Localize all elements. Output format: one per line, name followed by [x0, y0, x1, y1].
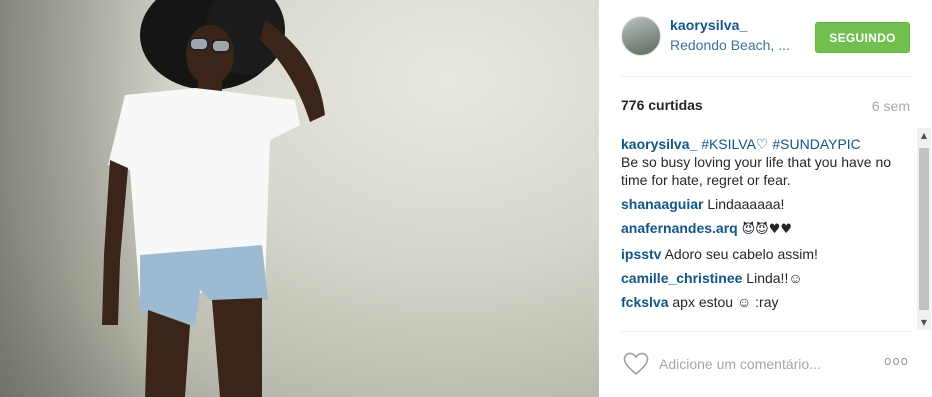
- heart-outline-icon[interactable]: [623, 352, 649, 376]
- post-photo-illustration: [0, 0, 325, 397]
- scroll-up-arrow-icon[interactable]: ▲: [917, 128, 931, 143]
- header-divider: [621, 76, 910, 77]
- comments-list: kaorysilva_ #KSILVA♡ #SUNDAYPIC Be so bu…: [621, 135, 911, 317]
- likes-count[interactable]: 776 curtidas: [621, 97, 703, 113]
- author-username[interactable]: kaorysilva_: [670, 17, 747, 33]
- comment-text: apx estou ☺ :ray: [672, 294, 779, 310]
- scrollbar-thumb[interactable]: [919, 148, 929, 310]
- caption-username[interactable]: kaorysilva_: [621, 136, 697, 152]
- avatar[interactable]: [621, 16, 661, 56]
- post-sidebar: kaorysilva_ Redondo Beach, ... SEGUINDO …: [599, 0, 932, 397]
- post-time[interactable]: 6 sem: [872, 98, 910, 114]
- following-button[interactable]: SEGUINDO: [815, 22, 910, 53]
- caption: kaorysilva_ #KSILVA♡ #SUNDAYPIC Be so bu…: [621, 135, 911, 189]
- post-header: kaorysilva_ Redondo Beach, ... SEGUINDO: [599, 0, 932, 78]
- scroll-down-arrow-icon[interactable]: ▼: [917, 315, 931, 330]
- comments-scrollbar[interactable]: ▲ ▼: [917, 128, 931, 330]
- list-item: shanaaguiar Lindaaaaaa!: [621, 195, 911, 213]
- comment-username[interactable]: fckslva: [621, 294, 668, 310]
- comment-text: Linda!!☺: [746, 270, 803, 286]
- comment-username[interactable]: shanaaguiar: [621, 196, 703, 212]
- comment-username[interactable]: ipsstv: [621, 246, 661, 262]
- comment-username[interactable]: anafernandes.arq: [621, 220, 738, 236]
- caption-hashtags[interactable]: #KSILVA♡ #SUNDAYPIC: [701, 136, 861, 152]
- list-item: ipsstv Adoro seu cabelo assim!: [621, 245, 911, 263]
- list-item: fckslva apx estou ☺ :ray: [621, 293, 911, 311]
- more-options-icon[interactable]: ooo: [884, 354, 909, 368]
- list-item: anafernandes.arq 😈😈♥♥: [621, 219, 911, 239]
- post-location[interactable]: Redondo Beach, ...: [670, 37, 790, 53]
- comment-text: Lindaaaaaa!: [707, 196, 785, 212]
- comment-input[interactable]: [659, 352, 859, 376]
- comment-username[interactable]: camille_christinee: [621, 270, 742, 286]
- comment-text: Adoro seu cabelo assim!: [664, 246, 818, 262]
- post-footer: ooo: [599, 332, 932, 397]
- post-photo[interactable]: [0, 0, 599, 397]
- caption-text: Be so busy loving your life that you hav…: [621, 154, 892, 188]
- comment-text: 😈😈♥♥: [741, 222, 793, 237]
- list-item: camille_christinee Linda!!☺: [621, 269, 911, 287]
